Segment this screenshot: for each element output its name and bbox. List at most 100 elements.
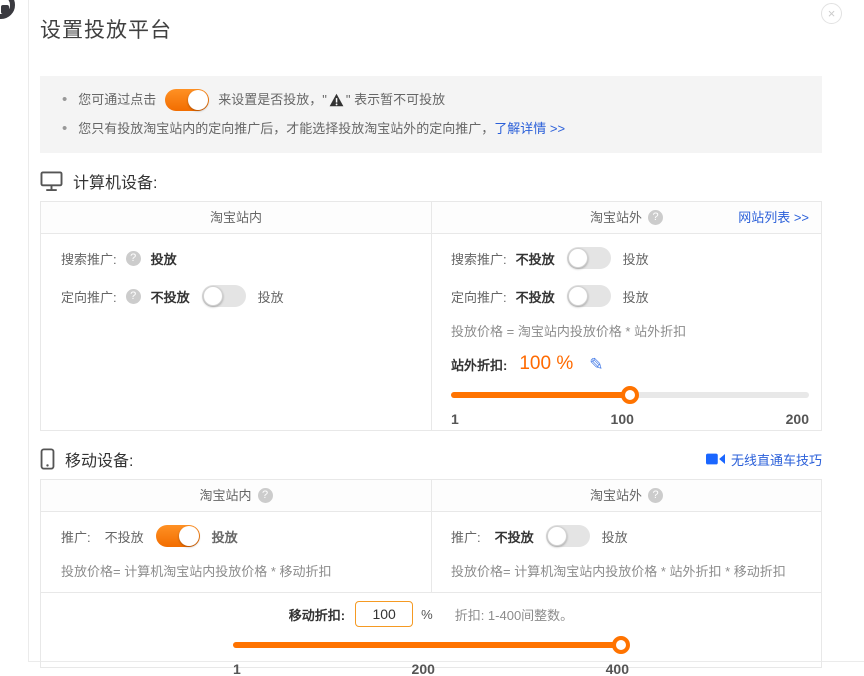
off-label: 不投放 bbox=[105, 527, 144, 546]
help-icon[interactable]: ? bbox=[648, 488, 663, 503]
computer-section-label: 计算机设备: bbox=[73, 169, 157, 193]
mobile-offsite-cell: 推广: 不投放 投放 投放价格= 计算机淘宝站内投放价格 * 站外折扣 * 移动… bbox=[431, 512, 821, 592]
header-label: 淘宝站内 bbox=[199, 488, 251, 503]
on-label: 投放 bbox=[623, 287, 649, 306]
wireless-tips-link[interactable]: 无线直通车技巧 bbox=[706, 450, 822, 469]
computer-table-body: 搜索推广: ? 投放 定向推广: ? 不投放 投放 搜索推广: bbox=[41, 234, 821, 430]
help-icon[interactable]: ? bbox=[648, 210, 663, 225]
toggle-knob bbox=[547, 526, 567, 546]
slider-ticks: 1 100 200 bbox=[451, 411, 809, 427]
help-icon[interactable]: ? bbox=[258, 488, 273, 503]
mobile-section-label: 移动设备: bbox=[65, 447, 133, 471]
offsite-discount-slider bbox=[451, 386, 809, 404]
video-camera-icon bbox=[706, 453, 725, 465]
off-label: 不投放 bbox=[516, 249, 555, 268]
row-label: 搜索推广: bbox=[451, 249, 507, 268]
warning-icon bbox=[329, 93, 344, 107]
discount-label: 站外折扣: bbox=[451, 355, 507, 374]
setup-platform-dialog: × 设置投放平台 • 您可通过点击 来设置是否投放，" " 表示暂不可投放 • … bbox=[28, 0, 864, 662]
computer-offsite-cell: 搜索推广: 不投放 投放 定向推广: 不投放 投放 投放价格 = 淘宝站内投放价… bbox=[431, 234, 821, 430]
demo-toggle[interactable] bbox=[165, 89, 209, 111]
website-list-link[interactable]: 网站列表 >> bbox=[738, 202, 809, 233]
mobile-discount-input[interactable] bbox=[355, 601, 413, 627]
header-taobao-onsite: 淘宝站内 bbox=[41, 202, 431, 233]
row-label: 搜索推广: bbox=[61, 249, 117, 268]
row-label: 定向推广: bbox=[451, 287, 507, 306]
tick-max: 200 bbox=[786, 411, 809, 427]
onsite-targeted-toggle[interactable] bbox=[202, 285, 246, 307]
tick-max: 400 bbox=[606, 661, 629, 676]
onsite-search-row: 搜索推广: ? 投放 bbox=[61, 246, 419, 270]
mobile-onsite-toggle[interactable] bbox=[156, 525, 200, 547]
row-label: 定向推广: bbox=[61, 287, 117, 306]
mobile-discount-label: 移动折扣: bbox=[289, 605, 345, 624]
mobile-table: 淘宝站内? 淘宝站外? 推广: 不投放 投放 投放价格= 计算机淘宝站内投放价格… bbox=[40, 479, 822, 668]
notice-line-1: • 您可通过点击 来设置是否投放，" " 表示暂不可投放 bbox=[62, 88, 812, 112]
slider-fill bbox=[233, 642, 621, 648]
computer-table-header: 淘宝站内 淘宝站外? 网站列表 >> bbox=[41, 202, 821, 234]
off-label: 不投放 bbox=[151, 287, 190, 306]
page-title: 设置投放平台 bbox=[40, 14, 822, 44]
bullet-icon: • bbox=[62, 88, 67, 112]
row-label: 推广: bbox=[61, 527, 91, 546]
toggle-knob bbox=[203, 286, 223, 306]
learn-more-link[interactable]: 了解详情 >> bbox=[494, 117, 565, 141]
mobile-onsite-promo-row: 推广: 不投放 投放 bbox=[61, 524, 419, 548]
offsite-search-row: 搜索推广: 不投放 投放 bbox=[451, 246, 809, 270]
slider-ticks: 1 200 400 bbox=[233, 661, 629, 676]
notice-text: 您可通过点击 bbox=[78, 88, 156, 112]
computer-section-header: 计算机设备: bbox=[40, 169, 822, 193]
slider-handle[interactable] bbox=[612, 636, 630, 654]
on-label: 投放 bbox=[602, 527, 628, 546]
mobile-discount-section: 移动折扣: % 折扣: 1-400间整数。 1 200 400 bbox=[41, 592, 821, 667]
offsite-search-toggle[interactable] bbox=[567, 247, 611, 269]
discount-value: 100 % bbox=[519, 353, 573, 375]
toggle-knob bbox=[188, 90, 208, 110]
computer-table: 淘宝站内 淘宝站外? 网站列表 >> 搜索推广: ? 投放 定向推广: ? bbox=[40, 201, 822, 431]
mobile-table-header: 淘宝站内? 淘宝站外? bbox=[41, 480, 821, 512]
offsite-price-formula: 投放价格 = 淘宝站内投放价格 * 站外折扣 bbox=[451, 322, 809, 342]
mobile-section-header: 移动设备: 无线直通车技巧 bbox=[40, 447, 822, 471]
notice-line-2: • 您只有投放淘宝站内的定向推广后，才能选择投放淘宝站外的定向推广， 了解详情 … bbox=[62, 117, 812, 141]
slider-handle[interactable] bbox=[621, 386, 639, 404]
close-icon[interactable]: × bbox=[821, 3, 842, 24]
tick-min: 1 bbox=[451, 411, 459, 427]
row-label: 推广: bbox=[451, 527, 481, 546]
mobile-discount-row: 移动折扣: % 折扣: 1-400间整数。 bbox=[41, 601, 821, 627]
percent-unit: % bbox=[421, 607, 433, 622]
help-bubble-icon[interactable] bbox=[0, 0, 15, 19]
notice-box: • 您可通过点击 来设置是否投放，" " 表示暂不可投放 • 您只有投放淘宝站内… bbox=[40, 76, 822, 153]
mobile-offsite-promo-row: 推广: 不投放 投放 bbox=[451, 524, 809, 548]
tick-mid: 200 bbox=[412, 661, 435, 676]
edit-pencil-icon[interactable]: ✎ bbox=[589, 356, 603, 373]
bullet-icon: • bbox=[62, 117, 67, 141]
header-taobao-onsite: 淘宝站内? bbox=[41, 480, 431, 511]
header-taobao-offsite: 淘宝站外? bbox=[431, 480, 821, 511]
onsite-targeted-row: 定向推广: ? 不投放 投放 bbox=[61, 284, 419, 308]
offsite-targeted-toggle[interactable] bbox=[567, 285, 611, 307]
mobile-table-body: 推广: 不投放 投放 投放价格= 计算机淘宝站内投放价格 * 移动折扣 推广: … bbox=[41, 512, 821, 592]
header-label: 淘宝站内 bbox=[210, 210, 262, 225]
row-value: 投放 bbox=[151, 249, 177, 268]
tick-min: 1 bbox=[233, 661, 241, 676]
slider-fill bbox=[451, 392, 630, 398]
header-taobao-offsite: 淘宝站外? 网站列表 >> bbox=[431, 202, 821, 233]
on-label: 投放 bbox=[212, 527, 238, 546]
phone-icon bbox=[40, 448, 55, 470]
on-label: 投放 bbox=[623, 249, 649, 268]
off-label: 不投放 bbox=[495, 527, 534, 546]
offsite-targeted-row: 定向推广: 不投放 投放 bbox=[451, 284, 809, 308]
header-label: 淘宝站外 bbox=[590, 488, 642, 503]
tips-link-label: 无线直通车技巧 bbox=[731, 450, 822, 469]
toggle-knob bbox=[568, 286, 588, 306]
offsite-discount-row: 站外折扣: 100 % ✎ bbox=[451, 351, 809, 377]
mobile-offsite-toggle[interactable] bbox=[546, 525, 590, 547]
mobile-slider-wrap: 1 200 400 bbox=[233, 636, 629, 676]
help-icon[interactable]: ? bbox=[126, 251, 141, 266]
on-label: 投放 bbox=[258, 287, 284, 306]
monitor-icon bbox=[40, 171, 63, 192]
page: × 设置投放平台 • 您可通过点击 来设置是否投放，" " 表示暂不可投放 • … bbox=[0, 0, 864, 676]
notice-text: 您只有投放淘宝站内的定向推广后，才能选择投放淘宝站外的定向推广， bbox=[78, 117, 494, 141]
help-icon[interactable]: ? bbox=[126, 289, 141, 304]
toggle-knob bbox=[179, 526, 199, 546]
